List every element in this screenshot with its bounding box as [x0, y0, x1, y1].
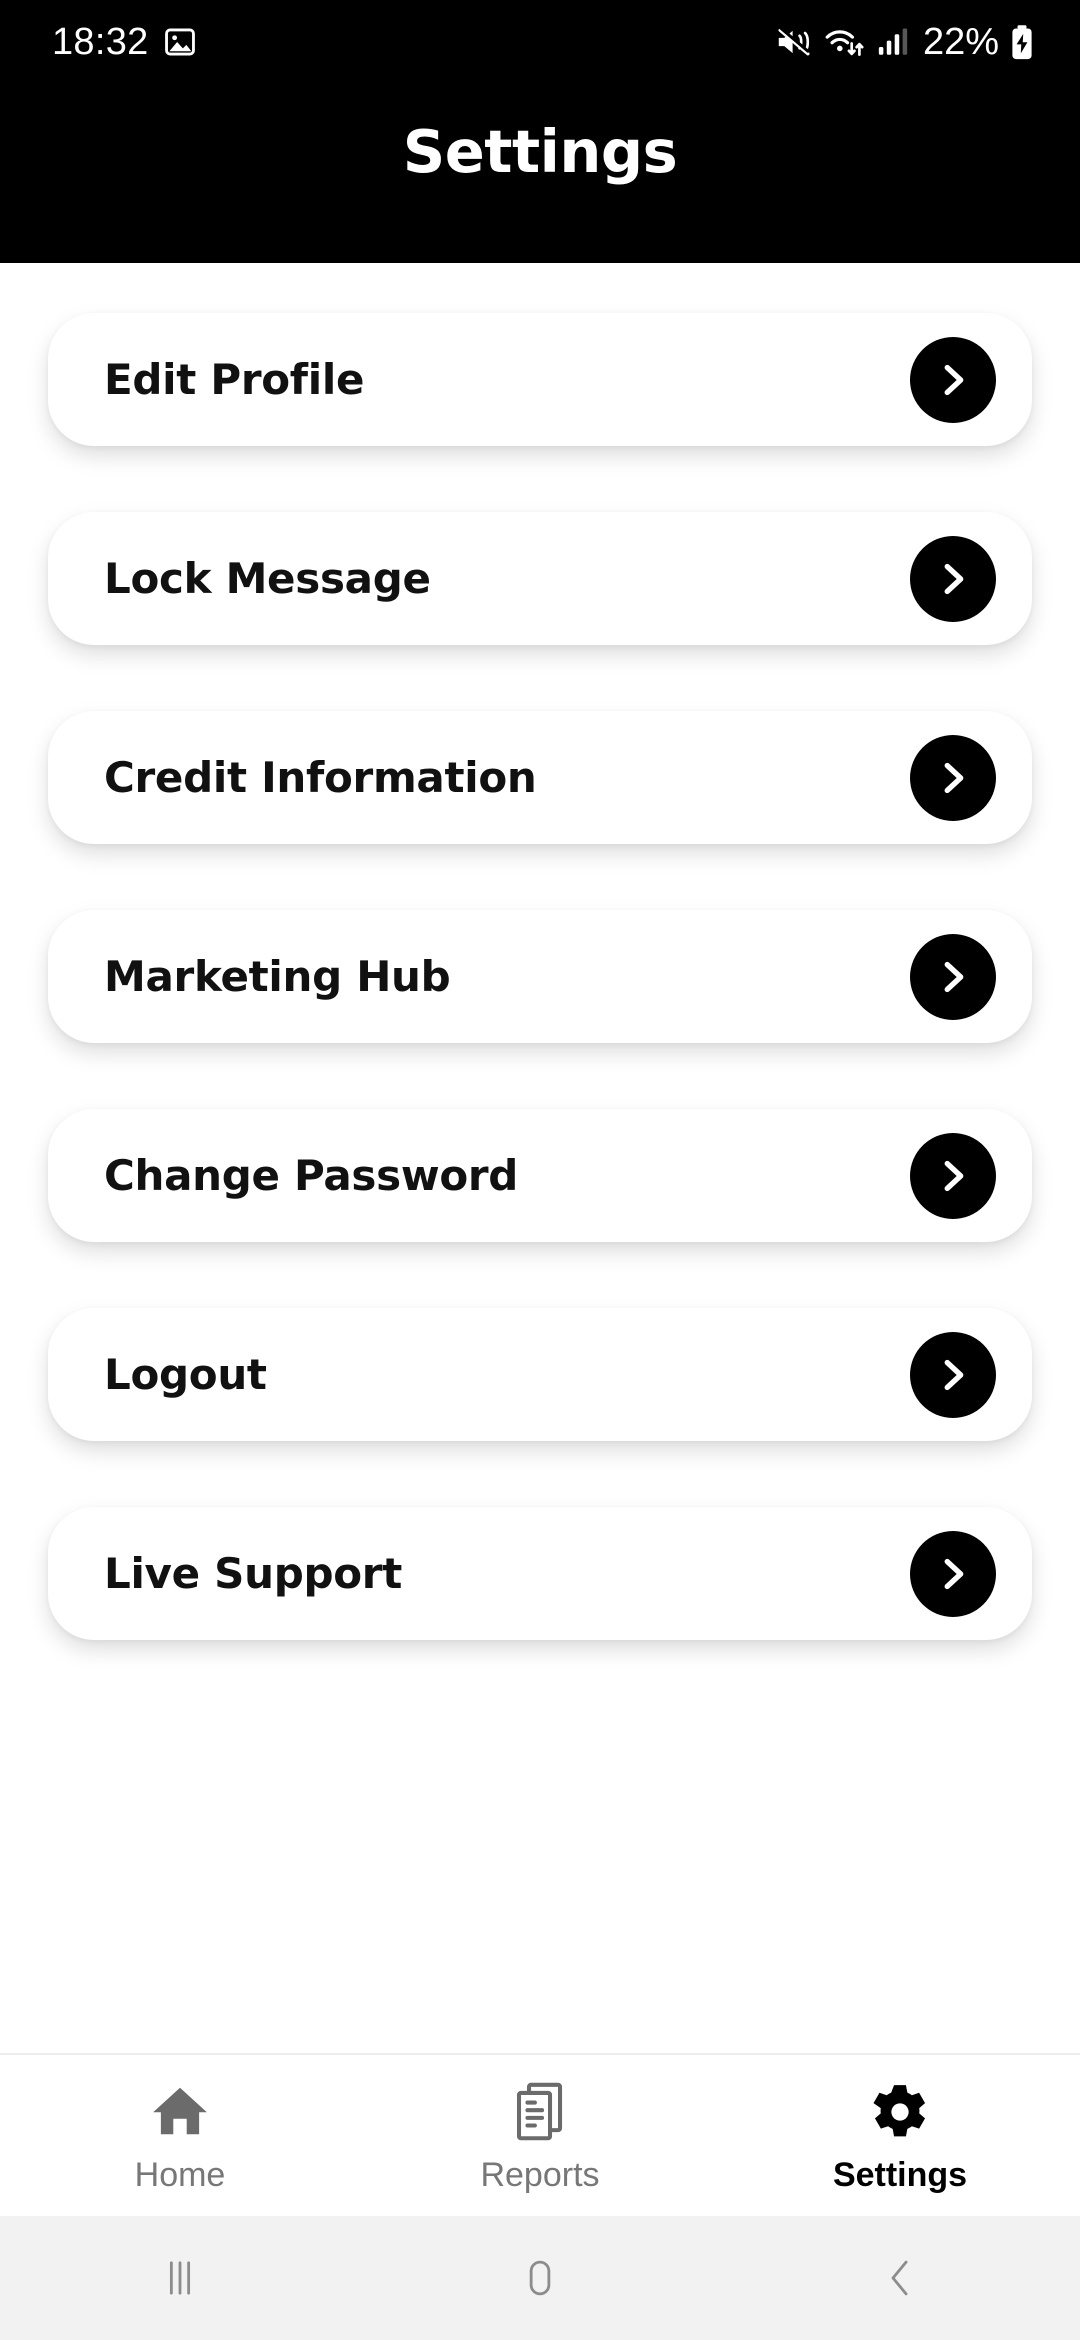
menu-item-label: Logout [104, 1349, 267, 1399]
battery-percent: 22% [922, 21, 999, 63]
menu-item-label: Credit Information [104, 752, 537, 802]
tab-settings[interactable]: Settings [720, 2055, 1080, 2216]
menu-item-lock-message[interactable]: Lock Message [48, 512, 1032, 645]
status-time: 18:32 [52, 21, 149, 63]
reports-icon [511, 2080, 569, 2144]
home-icon [149, 2080, 211, 2144]
system-navigation-bar [0, 2216, 1080, 2340]
bottom-tab-bar: Home Reports Settings [0, 2053, 1080, 2216]
tab-reports[interactable]: Reports [360, 2055, 720, 2216]
chevron-right-icon[interactable] [910, 933, 996, 1020]
gear-icon [869, 2080, 931, 2144]
menu-item-label: Marketing Hub [104, 951, 451, 1001]
menu-item-live-support[interactable]: Live Support [48, 1507, 1032, 1640]
chevron-right-icon[interactable] [910, 336, 996, 423]
status-bar-left: 18:32 [52, 23, 197, 61]
menu-item-label: Change Password [104, 1150, 519, 1200]
status-bar: 18:32 22% [0, 0, 1080, 84]
chevron-right-icon[interactable] [910, 734, 996, 821]
chevron-right-icon[interactable] [910, 1331, 996, 1418]
wifi-data-icon [823, 25, 865, 59]
menu-item-logout[interactable]: Logout [48, 1308, 1032, 1441]
status-bar-right: 22% [776, 23, 1034, 61]
tab-label: Settings [832, 2155, 968, 2194]
settings-list: Edit Profile Lock Message Credit Informa… [0, 263, 1080, 2053]
chevron-right-icon[interactable] [910, 1530, 996, 1617]
menu-item-marketing-hub[interactable]: Marketing Hub [48, 910, 1032, 1043]
phone-screen: 18:32 22% Settings Edit Profile Lock Mes… [0, 0, 1080, 2340]
battery-charging-icon [1010, 24, 1034, 60]
tab-home[interactable]: Home [0, 2055, 360, 2216]
cellular-signal-icon [876, 25, 910, 59]
chevron-right-icon[interactable] [910, 535, 996, 622]
menu-item-edit-profile[interactable]: Edit Profile [48, 313, 1032, 446]
back-button[interactable] [720, 2216, 1080, 2340]
menu-item-change-password[interactable]: Change Password [48, 1109, 1032, 1242]
menu-item-credit-information[interactable]: Credit Information [48, 711, 1032, 844]
page-title: Settings [402, 117, 678, 186]
tab-label: Reports [480, 2155, 600, 2194]
home-button[interactable] [360, 2216, 720, 2340]
recents-button[interactable] [0, 2216, 360, 2340]
page-title-wrap: Settings [0, 122, 1080, 181]
menu-item-label: Edit Profile [104, 354, 365, 404]
chevron-right-icon[interactable] [910, 1132, 996, 1219]
menu-item-label: Live Support [104, 1548, 402, 1598]
mute-vibrate-icon [776, 25, 812, 59]
menu-item-label: Lock Message [104, 553, 431, 603]
tab-label: Home [134, 2155, 226, 2194]
photo-icon [163, 25, 197, 59]
app-header: 18:32 22% Settings [0, 0, 1080, 263]
